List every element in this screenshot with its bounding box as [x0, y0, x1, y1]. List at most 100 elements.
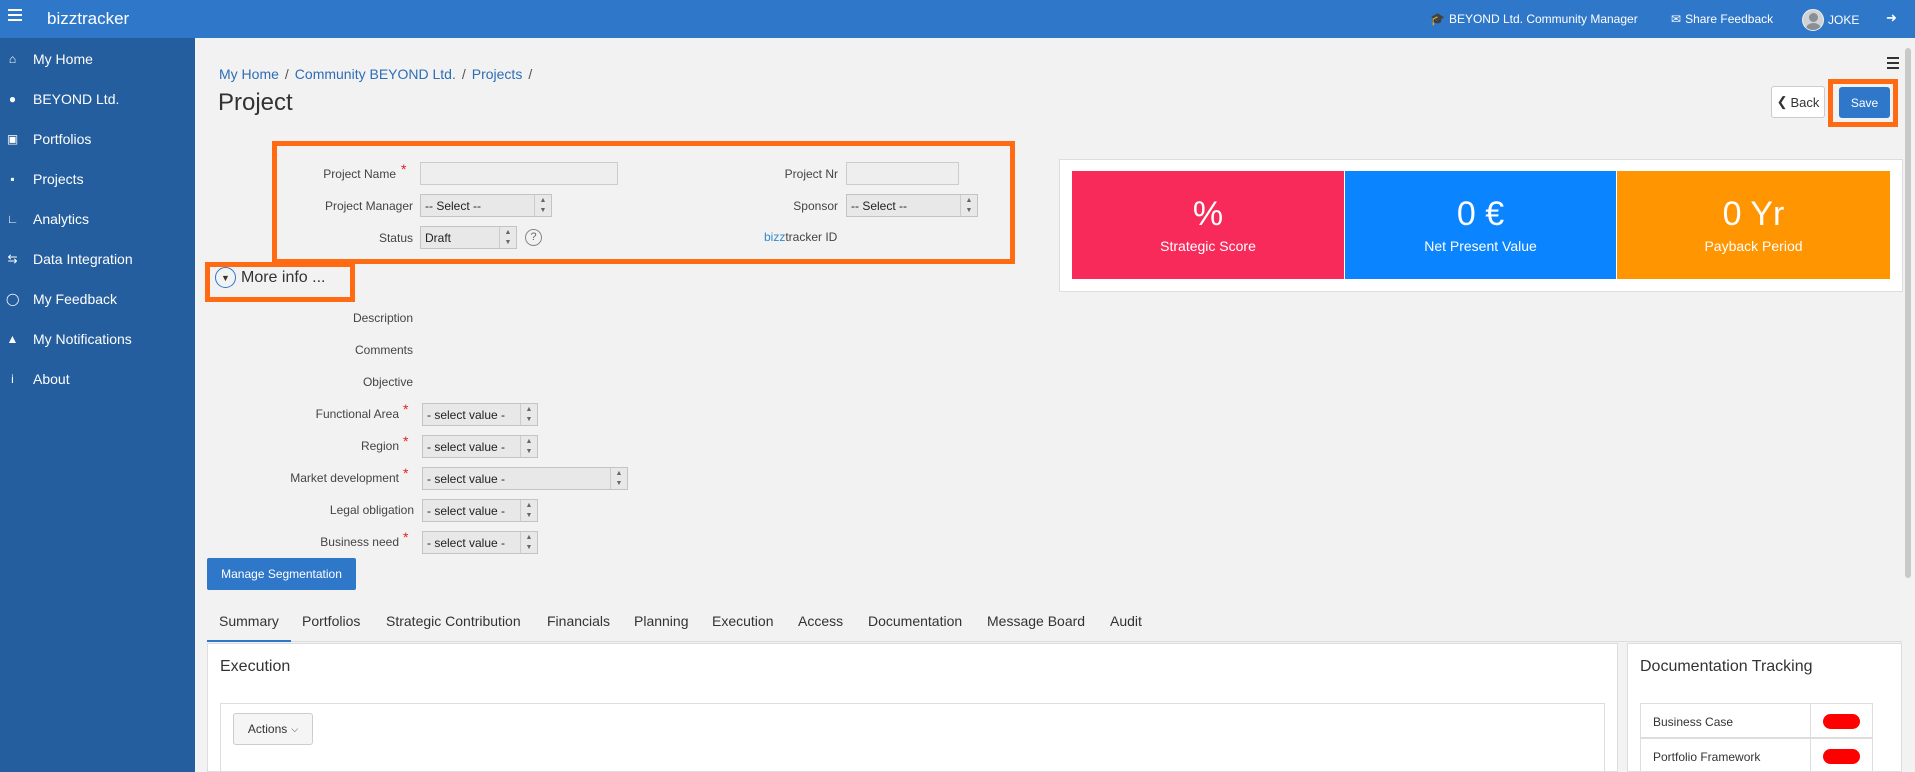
sidebar-item-label: Projects: [33, 171, 84, 187]
tab-documentation[interactable]: Documentation: [868, 610, 962, 642]
functional-area-value: - select value -: [427, 408, 506, 422]
tab-portfolios[interactable]: Portfolios: [302, 610, 360, 642]
required-marker: *: [403, 433, 409, 449]
sidebar-item-my-notifications[interactable]: ▲ My Notifications: [0, 319, 195, 359]
region-label: Region: [360, 439, 399, 453]
avatar: [1802, 9, 1824, 31]
share-feedback-label: Share Feedback: [1685, 12, 1774, 26]
actions-button[interactable]: Actions ⌵: [233, 713, 313, 745]
options-menu-icon[interactable]: [1887, 57, 1899, 72]
help-icon[interactable]: ?: [525, 229, 542, 246]
tab-execution[interactable]: Execution: [712, 610, 773, 642]
sidebar-item-my-home[interactable]: ⌂ My Home: [0, 39, 195, 79]
functional-area-select[interactable]: - select value - ▲ ▼: [422, 403, 538, 426]
sidebar-item-label: Analytics: [33, 211, 90, 227]
bell-icon: ▲: [6, 332, 19, 346]
project-manager-select[interactable]: -- Select -- ▲ ▼: [420, 194, 552, 217]
comments-icon: ◯: [6, 292, 20, 306]
breadcrumb-projects[interactable]: Projects: [472, 66, 523, 82]
objective-label: Objective: [362, 375, 413, 389]
tab-strategic-contribution[interactable]: Strategic Contribution: [386, 610, 521, 642]
scrollbar[interactable]: [1905, 48, 1911, 578]
sponsor-value: -- Select --: [851, 199, 908, 213]
business-need-select[interactable]: - select value - ▲ ▼: [422, 531, 538, 554]
sidebar-item-my-feedback[interactable]: ◯ My Feedback: [0, 279, 195, 319]
chevron-left-icon: ❮: [1776, 94, 1788, 109]
sidebar-item-portfolios[interactable]: ▣ Portfolios: [0, 119, 195, 159]
table-row: Portfolio Framework: [1640, 738, 1873, 772]
bar-chart-icon: ▪: [10, 172, 15, 186]
breadcrumb: My Home / Community BEYOND Ltd. / Projects /: [219, 66, 538, 82]
breadcrumb-separator: /: [461, 66, 466, 82]
sidebar-item-data-integration[interactable]: ⇆ Data Integration: [0, 239, 195, 279]
user-menu[interactable]: JOKE: [1802, 9, 1859, 31]
project-nr-input[interactable]: [846, 162, 959, 185]
sidebar-item-about[interactable]: i About: [0, 359, 195, 399]
tab-audit[interactable]: Audit: [1110, 610, 1142, 642]
updown-icon: ▲ ▼: [499, 227, 516, 248]
region-select[interactable]: - select value - ▲ ▼: [422, 435, 538, 458]
tab-access[interactable]: Access: [798, 610, 843, 642]
sidebar-item-label: Portfolios: [33, 131, 92, 147]
status-label: Status: [378, 231, 413, 245]
legal-obligation-select[interactable]: - select value - ▲ ▼: [422, 499, 538, 522]
more-info-toggle[interactable]: ▼ More info ...: [215, 267, 325, 288]
table-row: Business Case: [1640, 703, 1873, 738]
exchange-icon: ⇆: [7, 252, 18, 266]
sponsor-label: Sponsor: [793, 199, 838, 213]
back-button[interactable]: ❮ Back: [1771, 86, 1825, 118]
description-label: Description: [352, 311, 413, 325]
sidebar-item-projects[interactable]: ▪ Projects: [0, 159, 195, 199]
updown-icon: ▲ ▼: [520, 404, 537, 425]
updown-icon: ▲ ▼: [610, 468, 627, 489]
project-name-input[interactable]: [420, 162, 618, 185]
actions-label: Actions: [247, 722, 288, 736]
status-value: Draft: [425, 231, 452, 245]
user-name: JOKE: [1828, 13, 1860, 27]
status-badge: [1823, 749, 1860, 764]
project-name-label: Project Name: [323, 167, 396, 181]
market-development-select[interactable]: - select value - ▲ ▼: [422, 467, 628, 490]
kpi-payback-period: 0 Yr Payback Period: [1617, 171, 1890, 279]
sidebar-item-label: Data Integration: [33, 251, 133, 267]
status-select[interactable]: Draft ▲ ▼: [420, 226, 517, 249]
back-label: Back: [1790, 94, 1820, 110]
breadcrumb-community[interactable]: Community BEYOND Ltd.: [295, 66, 456, 82]
legal-obligation-value: - select value -: [427, 504, 506, 518]
tab-financials[interactable]: Financials: [547, 610, 610, 642]
kpi-value: 0 Yr: [1722, 195, 1785, 233]
menu-toggle-icon[interactable]: [8, 9, 22, 21]
sidebar-item-beyond[interactable]: ● BEYOND Ltd.: [0, 79, 195, 119]
more-info-label: More info ...: [241, 268, 326, 286]
share-feedback-link[interactable]: ✉ Share Feedback: [1671, 12, 1773, 26]
kpi-net-present-value: 0 € Net Present Value: [1345, 171, 1616, 279]
business-need-value: - select value -: [427, 536, 506, 550]
brand-name[interactable]: bizztracker: [47, 9, 129, 29]
doc-name: Business Case: [1653, 715, 1734, 729]
tab-summary[interactable]: Summary: [207, 610, 291, 642]
manage-segmentation-button[interactable]: Manage Segmentation: [207, 558, 356, 590]
home-icon: ⌂: [8, 52, 17, 66]
updown-icon: ▲ ▼: [520, 436, 537, 457]
sponsor-select[interactable]: -- Select -- ▲ ▼: [846, 194, 978, 217]
updown-icon: ▲ ▼: [960, 195, 977, 216]
caret-down-icon: ▼: [215, 267, 236, 288]
updown-icon: ▲ ▼: [520, 500, 537, 521]
graduation-cap-icon: 🎓: [1430, 12, 1445, 26]
sidebar: ⌂ My Home ● BEYOND Ltd. ▣ Portfolios ▪ Proje…: [0, 38, 195, 772]
divider: [1810, 739, 1811, 772]
updown-icon: ▲ ▼: [520, 532, 537, 553]
sidebar-item-analytics[interactable]: ∟ Analytics: [0, 199, 195, 239]
community-label: BEYOND Ltd. Community Manager: [1448, 12, 1638, 26]
bizz-suffix: tracker ID: [785, 230, 838, 244]
kpi-label: Payback Period: [1704, 238, 1803, 254]
required-marker: *: [401, 161, 407, 177]
community-link[interactable]: 🎓 BEYOND Ltd. Community Manager: [1430, 12, 1638, 26]
execution-panel-title: Execution: [220, 658, 291, 675]
logout-icon[interactable]: ➜: [1886, 10, 1897, 26]
briefcase-icon: ▣: [6, 132, 19, 146]
breadcrumb-separator: /: [528, 66, 533, 82]
breadcrumb-my-home[interactable]: My Home: [219, 66, 279, 82]
tab-planning[interactable]: Planning: [634, 610, 689, 642]
tab-message-board[interactable]: Message Board: [987, 610, 1085, 642]
